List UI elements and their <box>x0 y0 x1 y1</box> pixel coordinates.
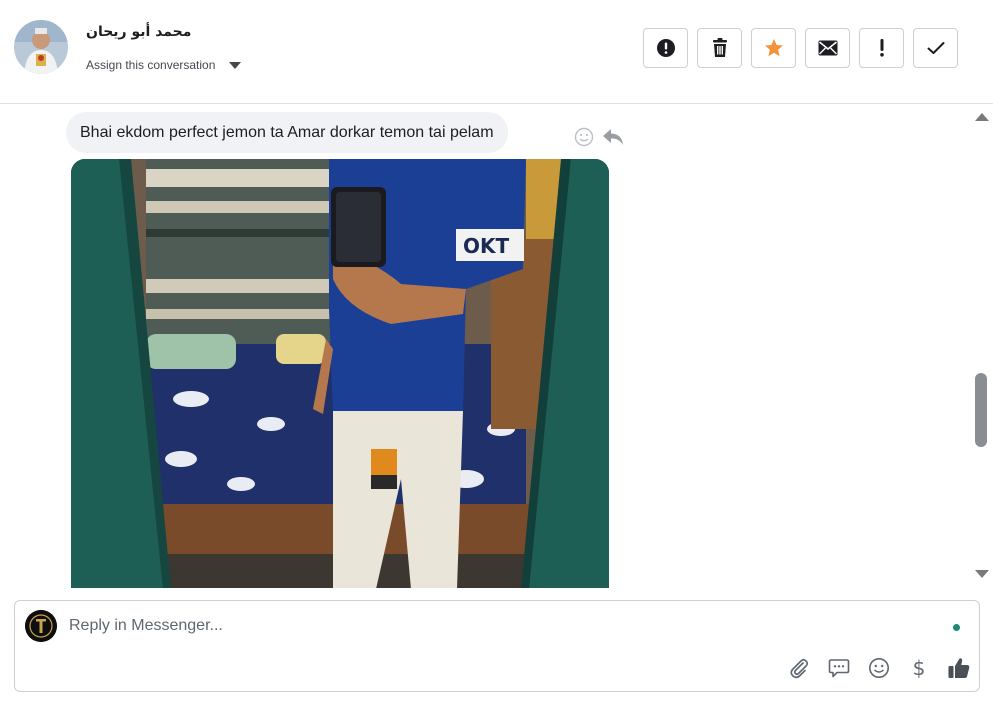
assign-conversation-dropdown[interactable]: Assign this conversation <box>86 58 242 72</box>
composer-actions: $ <box>779 653 979 683</box>
payment-button[interactable]: $ <box>899 653 939 683</box>
scrollbar-thumb[interactable] <box>975 373 987 447</box>
conversation-header: محمد أبو ريحان Assign this conversation <box>0 0 993 104</box>
scroll-down-arrow-icon[interactable] <box>975 570 989 578</box>
chat-bubble-icon <box>828 659 850 678</box>
smiley-icon <box>869 658 889 678</box>
attach-button[interactable] <box>779 653 819 683</box>
dollar-icon: $ <box>912 656 926 680</box>
reply-arrow-icon <box>603 129 623 145</box>
mark-unread-button[interactable] <box>805 28 850 68</box>
assign-label: Assign this conversation <box>86 58 216 72</box>
smiley-icon <box>574 127 594 147</box>
page-avatar <box>25 610 57 642</box>
delete-button[interactable] <box>697 28 742 68</box>
reply-input[interactable] <box>69 617 929 635</box>
contact-avatar[interactable] <box>14 20 68 74</box>
exclamation-circle-icon <box>656 39 675 57</box>
star-button[interactable] <box>751 28 796 68</box>
thumbs-up-icon <box>948 658 970 678</box>
message-bubble: Bhai ekdom perfect jemon ta Amar dorkar … <box>66 112 508 153</box>
message-photo[interactable]: OKT <box>71 159 609 588</box>
trash-icon <box>712 38 727 57</box>
mark-done-button[interactable] <box>913 28 958 68</box>
message-actions <box>574 127 624 152</box>
emoji-button[interactable] <box>859 653 899 683</box>
paperclip-icon <box>790 658 809 679</box>
online-status-dot <box>953 624 960 631</box>
exclamation-icon <box>879 39 884 57</box>
envelope-icon <box>818 40 837 56</box>
shirt-text: OKT <box>463 234 510 258</box>
chevron-down-icon <box>229 61 242 69</box>
like-button[interactable] <box>939 653 979 683</box>
react-button[interactable] <box>574 127 594 152</box>
contact-name: محمد أبو ريحان <box>86 24 192 40</box>
conversation-toolbar <box>643 28 958 68</box>
checkmark-icon <box>927 42 944 54</box>
reply-button[interactable] <box>602 128 624 151</box>
message-thread[interactable]: Bhai ekdom perfect jemon ta Amar dorkar … <box>0 105 993 588</box>
follow-up-button[interactable] <box>859 28 904 68</box>
saved-replies-button[interactable] <box>819 653 859 683</box>
scroll-up-arrow-icon[interactable] <box>975 113 989 121</box>
thread-scrollbar[interactable] <box>969 105 993 588</box>
star-icon <box>764 39 783 57</box>
spam-button[interactable] <box>643 28 688 68</box>
reply-composer: $ <box>14 600 980 692</box>
